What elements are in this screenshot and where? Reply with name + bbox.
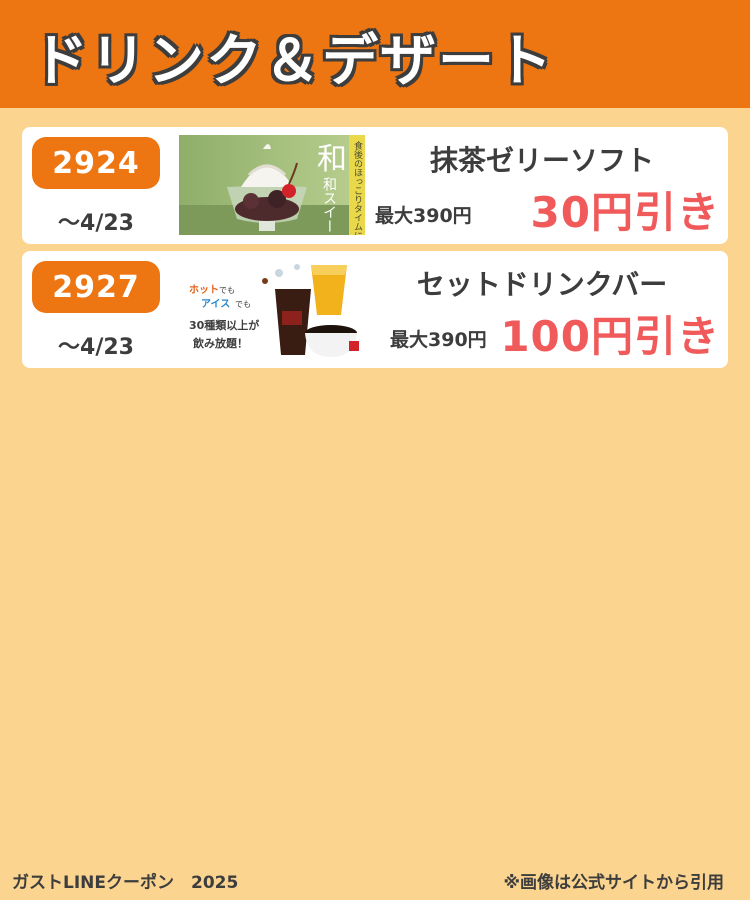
drinks-image: ホット でも アイス でも 30種類以上が 飲み放題！ bbox=[179, 259, 365, 359]
coupon-expiry: 〜4/23 bbox=[58, 335, 134, 360]
coupon-discount: 30円引き bbox=[530, 188, 720, 237]
image-big-text: 和スイーツ bbox=[321, 177, 337, 235]
coupon-name: セットドリンクバー bbox=[416, 268, 668, 301]
image-text-hot: ホット bbox=[189, 284, 219, 296]
image-text-ice: アイス bbox=[201, 298, 230, 310]
image-text-all-you-can-drink: 飲み放題！ bbox=[192, 336, 248, 350]
matcha-parfait-image: 食後のほっこりタイムに 和 和スイーツ bbox=[179, 135, 365, 235]
image-big-char: 和 bbox=[317, 142, 347, 177]
footer-note: ※画像は公式サイトから引用 bbox=[503, 873, 724, 893]
coupon-code-badge: 2927 bbox=[32, 261, 160, 313]
image-side-text: 食後のほっこりタイムに bbox=[352, 140, 363, 235]
image-text-demo2: でも bbox=[235, 300, 251, 309]
coupon-expiry: 〜4/23 bbox=[58, 211, 134, 236]
coupon-max-price: 最大390円 bbox=[375, 205, 472, 227]
coupon-code-badge: 2924 bbox=[32, 137, 160, 189]
coupon-name: 抹茶ゼリーソフト bbox=[429, 144, 654, 177]
page-title: ドリンク＆デザート bbox=[32, 29, 554, 94]
page-header: ドリンク＆デザート bbox=[0, 0, 750, 108]
coupon-card[interactable]: 2927 〜4/23 ホット でも アイス でも 30種類以上が 飲み放題！ セ… bbox=[22, 251, 728, 368]
footer-credit: ガストLINEクーポン 2025 bbox=[12, 873, 239, 893]
coupon-card[interactable]: 2924 〜4/23 食後のほっこりタイムに 和 和スイーツ 抹茶ゼリーソフト … bbox=[22, 127, 728, 244]
coupon-discount: 100円引き bbox=[500, 312, 720, 361]
coupon-max-price: 最大390円 bbox=[390, 329, 487, 351]
image-text-demo1: でも bbox=[219, 286, 235, 295]
image-text-30: 30種類以上が bbox=[189, 318, 259, 332]
